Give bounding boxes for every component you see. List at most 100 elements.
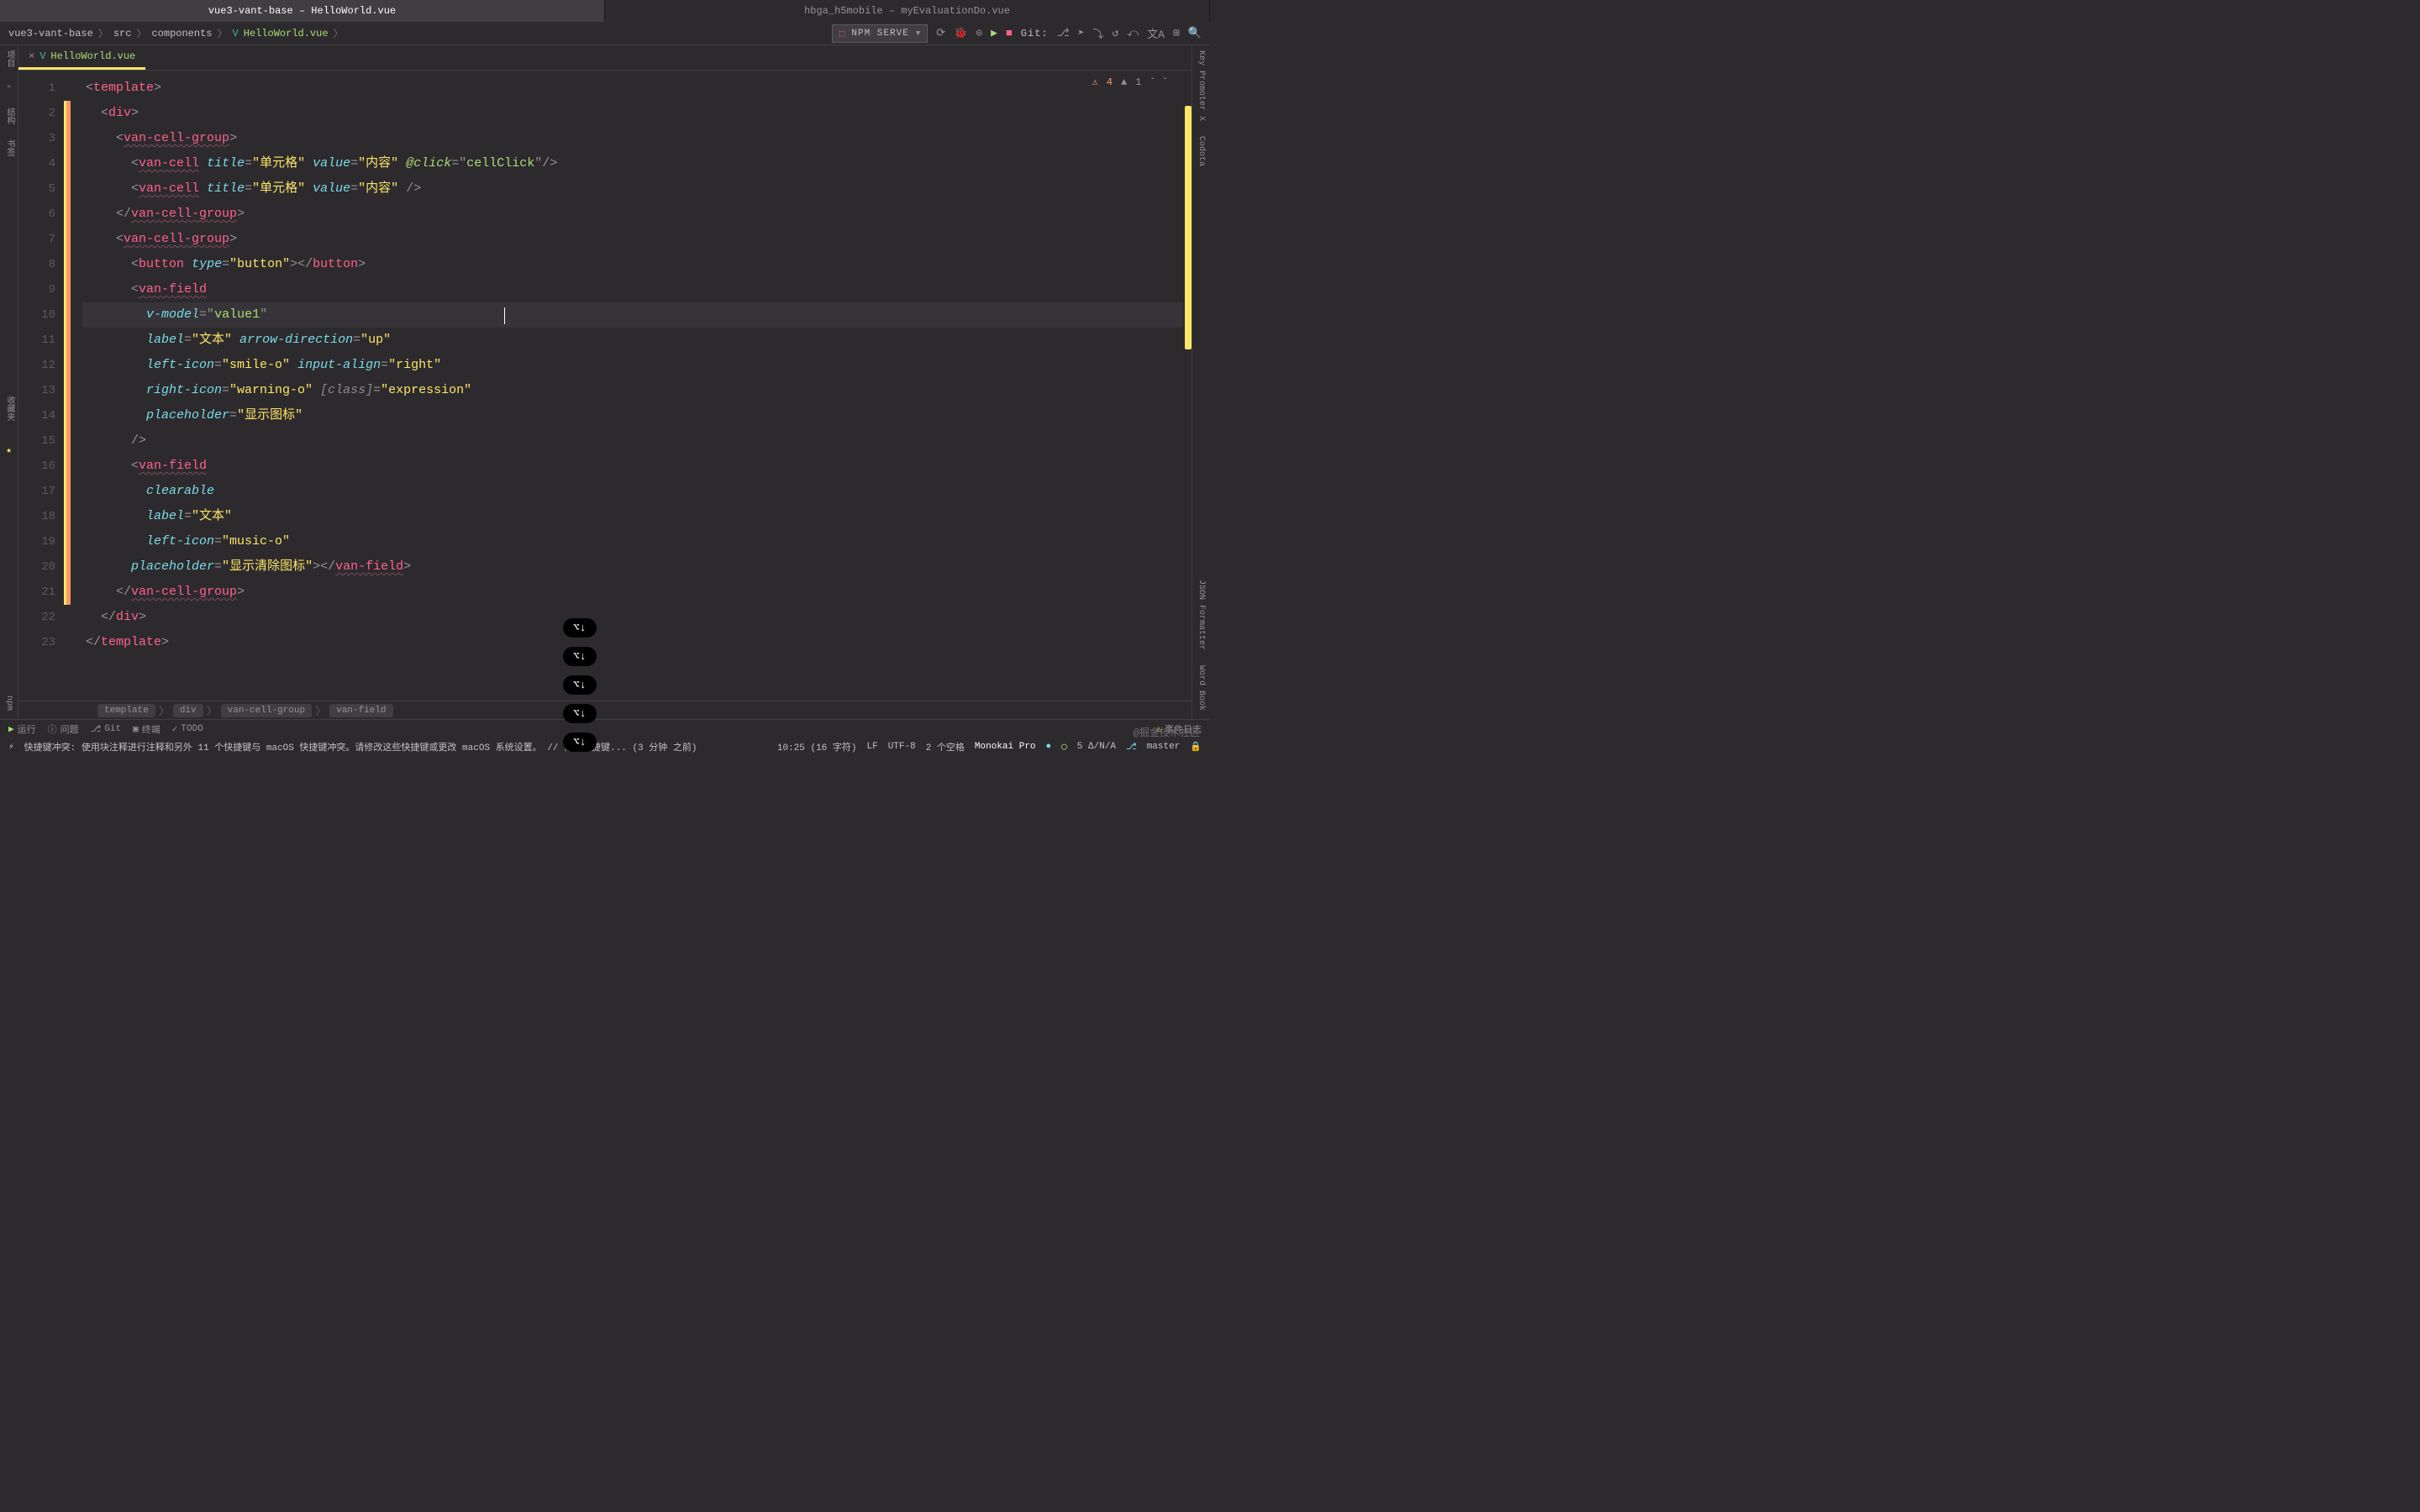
chevron-right-icon: 〉 [136, 26, 146, 40]
shortcut-hint: ⌥↓ [563, 732, 597, 752]
status-bar: ⚡ 快捷键冲突: 使用块注释进行注释和另外 11 个快捷键与 macOS 快捷键… [0, 738, 1210, 756]
git-pull-icon[interactable]: ⤵ [1092, 25, 1103, 41]
close-icon[interactable]: × [29, 50, 34, 62]
branch-icon: ⎇ [1126, 741, 1137, 753]
run-icon[interactable]: ▶ [991, 27, 997, 39]
gutter-fold-markers[interactable] [71, 71, 82, 701]
editor-tab[interactable]: × V HelloWorld.vue [18, 45, 145, 70]
file-name: myEvaluationDo.vue [901, 5, 1010, 17]
project-name: vue3-vant-base [208, 5, 293, 17]
weak-warning-count: 1 [1135, 76, 1141, 88]
info-icon: ⓘ [48, 722, 57, 736]
jsonformatter-panel-tab[interactable]: JSON Formatter [1197, 580, 1206, 650]
window-tab-1[interactable]: vue3-vant-base – HelloWorld.vue [0, 0, 605, 22]
chevron-right-icon: 〉 [98, 26, 108, 40]
bolt-icon[interactable]: ⚡ [8, 741, 14, 753]
git-toolwindow[interactable]: ⎇Git [91, 723, 122, 735]
breadcrumb-part[interactable]: src [113, 28, 132, 39]
wordbook-panel-tab[interactable]: Word Book [1197, 665, 1206, 711]
run-config-label: NPM SERVE [851, 29, 908, 39]
vue-file-icon: V [39, 50, 45, 62]
navigation-bar: vue3-vant-base 〉 src 〉 components 〉 V He… [0, 22, 1210, 45]
weak-warning-icon: ▲ [1121, 76, 1127, 88]
coverage-status[interactable]: 5 Δ/N/A [1077, 742, 1116, 752]
project-icon[interactable]: ▫ [6, 82, 12, 92]
warning-count: 4 [1107, 76, 1113, 88]
gutter-line-numbers: 1234567891011121314151617181920212223 [18, 71, 64, 701]
history-icon[interactable]: ↺ [1112, 27, 1118, 39]
shortcut-hint: ⌥↓ [563, 675, 597, 695]
inspection-widget[interactable]: ⚠ 4 ▲ 1 ˆ ˇ [1092, 76, 1168, 88]
code-content[interactable]: <template> <div> <van-cell-group> <van-c… [82, 71, 1183, 701]
revert-icon[interactable]: ⤺ [1127, 27, 1139, 39]
code-editor[interactable]: 1234567891011121314151617181920212223 <t… [18, 71, 1192, 701]
circle-icon: ● [1046, 742, 1052, 752]
project-panel-tab[interactable]: 项目 [3, 50, 15, 67]
todo-icon: ✓ [172, 723, 178, 735]
chevron-right-icon: 〉 [217, 26, 227, 40]
run-config-selector[interactable]: ⬚ NPM SERVE ▼ [832, 24, 928, 43]
warning-icon: ⚠ [1092, 76, 1098, 88]
window-title-tabs: vue3-vant-base – HelloWorld.vue hbga_h5m… [0, 0, 1210, 22]
indent-setting[interactable]: 2 个空格 [926, 740, 965, 753]
todo-toolwindow[interactable]: ✓TODO [172, 723, 203, 735]
minimap-scrollbar[interactable] [1183, 71, 1192, 701]
theme-name[interactable]: Monokai Pro [975, 742, 1036, 752]
debug-icon[interactable]: ⊙ [976, 27, 982, 39]
crumb-item[interactable]: van-field [329, 704, 392, 717]
vue-file-icon: V [233, 28, 239, 39]
play-icon: ▶ [8, 723, 14, 735]
star-icon[interactable]: ★ [6, 444, 12, 456]
favorites-panel-tab[interactable]: 收藏夹 [3, 396, 15, 421]
lock-icon[interactable]: 🔒 [1190, 741, 1202, 753]
breadcrumb-part[interactable]: vue3-vant-base [8, 28, 93, 39]
coverage-icon: ◯ [1061, 741, 1067, 753]
refresh-icon[interactable]: ⟳ [936, 27, 945, 39]
cursor-position[interactable]: 10:25 (16 字符) [777, 740, 857, 753]
file-name: HelloWorld.vue [311, 5, 396, 17]
line-separator[interactable]: LF [867, 742, 878, 752]
npm-panel-tab[interactable]: npm [4, 696, 13, 711]
git-push-icon[interactable]: ➤ [1078, 27, 1085, 39]
npm-icon: ⬚ [839, 28, 845, 39]
breadcrumb[interactable]: vue3-vant-base 〉 src 〉 components 〉 V He… [8, 26, 344, 40]
git-branch-icon[interactable]: ⎇ [1057, 27, 1070, 39]
chevron-down-icon: ▼ [916, 29, 920, 38]
branch-icon: ⎇ [91, 723, 102, 735]
bottom-toolbar: ▶运行 ⓘ问题 ⎇Git ▣终端 ✓TODO ⚠事件日志 [0, 719, 1210, 738]
bookmarks-panel-tab[interactable]: 书签 [3, 139, 15, 156]
breadcrumb-file[interactable]: HelloWorld.vue [244, 28, 329, 39]
keypromoter-panel-tab[interactable]: Key Promoter X [1197, 50, 1206, 121]
file-encoding[interactable]: UTF-8 [888, 742, 916, 752]
search-icon[interactable]: 🔍 [1188, 27, 1202, 39]
gutter-change-markers [64, 71, 71, 701]
codota-panel-tab[interactable]: Codota [1197, 136, 1206, 166]
crumb-item[interactable]: div [173, 704, 203, 717]
shortcut-hint: ⌥↓ [563, 618, 597, 638]
chevron-right-icon: 〉 [334, 26, 344, 40]
crumb-item[interactable]: van-cell-group [221, 704, 312, 717]
chevron-up-down-icon[interactable]: ˆ ˇ [1150, 76, 1168, 88]
terminal-icon: ▣ [133, 723, 139, 735]
git-label: Git: [1021, 28, 1049, 39]
editor-breadcrumb[interactable]: template 〉 div 〉 van-cell-group 〉 van-fi… [18, 701, 1192, 719]
breadcrumb-part[interactable]: components [151, 28, 212, 39]
git-branch[interactable]: master [1147, 742, 1181, 752]
project-name: hbga_h5mobile [804, 5, 883, 17]
editor-tabs: × V HelloWorld.vue [18, 45, 1192, 71]
editor-tab-label: HelloWorld.vue [50, 50, 135, 62]
shortcut-hint: ⌥↓ [563, 647, 597, 666]
bug-icon[interactable]: 🐞 [954, 27, 967, 39]
crumb-item[interactable]: template [97, 704, 155, 717]
structure-panel-tab[interactable]: 结构 [3, 108, 15, 124]
terminal-toolwindow[interactable]: ▣终端 [133, 722, 160, 736]
run-toolwindow[interactable]: ▶运行 [8, 722, 36, 736]
code-with-me-icon[interactable]: ⊞ [1173, 27, 1180, 39]
stop-icon[interactable]: ■ [1006, 27, 1013, 39]
problems-toolwindow[interactable]: ⓘ问题 [48, 722, 79, 736]
translate-icon[interactable]: 文A [1147, 25, 1165, 41]
left-tool-strip: 项目 ▫ 结构 书签 收藏夹 ★ npm [0, 45, 18, 719]
window-tab-2[interactable]: hbga_h5mobile – myEvaluationDo.vue [605, 0, 1210, 22]
right-tool-strip: Key Promoter X Codota JSON Formatter Wor… [1192, 45, 1210, 719]
watermark: @掘金技术社区 [1134, 725, 1200, 739]
